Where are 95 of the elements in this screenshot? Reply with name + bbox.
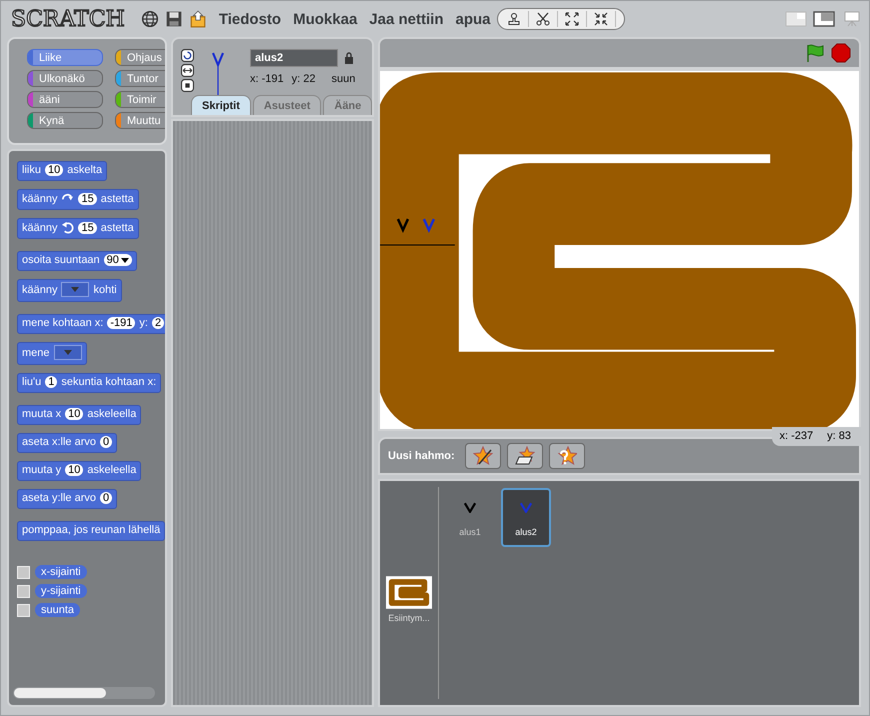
- motion-block[interactable]: aseta y:lle arvo 0: [17, 489, 118, 509]
- motion-block[interactable]: muuta y 10 askeleella: [17, 461, 142, 481]
- dropdown-input[interactable]: 90: [104, 254, 132, 266]
- block-label: kohti: [93, 284, 117, 296]
- sprite-name-field[interactable]: alus2: [250, 49, 338, 67]
- motion-block[interactable]: mene kohtaan x: -191 y: 2: [17, 314, 165, 334]
- number-input[interactable]: 2: [152, 317, 164, 329]
- menu-item[interactable]: Tiedosto: [218, 10, 282, 28]
- checkbox[interactable]: [17, 604, 30, 616]
- share-icon[interactable]: [188, 10, 207, 28]
- caret-icon: [120, 258, 129, 262]
- sprite-name: alus1: [459, 527, 481, 537]
- direction-label: suun: [332, 73, 356, 85]
- block-label: muuta x: [22, 408, 62, 420]
- normal-stage-icon[interactable]: [813, 11, 835, 27]
- block-label: sekuntia kohtaan x:: [61, 376, 156, 388]
- scrollbar-thumb[interactable]: [14, 688, 106, 698]
- stage-label: Esiintym...: [388, 613, 430, 623]
- number-input[interactable]: 10: [65, 408, 84, 420]
- motion-block[interactable]: osoita suuntaan 90: [17, 251, 137, 271]
- motion-block[interactable]: liiku 10 askelta: [17, 161, 108, 181]
- menu-item[interactable]: Muokkaa: [293, 10, 358, 28]
- motion-block[interactable]: muuta x 10 askeleella: [17, 405, 142, 425]
- dropdown-input[interactable]: [61, 282, 90, 297]
- block-label: askeleella: [87, 464, 136, 476]
- number-input[interactable]: 0: [100, 436, 112, 448]
- number-input[interactable]: -191: [107, 317, 136, 329]
- block-label: käänny: [22, 222, 58, 234]
- no-rotate-icon[interactable]: [181, 79, 194, 92]
- number-input[interactable]: 1: [45, 376, 58, 388]
- lock-icon[interactable]: [344, 52, 354, 64]
- sprite-name: alus2: [515, 527, 537, 537]
- dropdown-input[interactable]: [54, 345, 82, 360]
- number-input[interactable]: 10: [65, 464, 84, 476]
- counterclockwise-arrow-icon: [61, 221, 74, 234]
- block-label: astetta: [100, 222, 134, 234]
- mouse-x: x: -237: [780, 430, 814, 442]
- motion-block[interactable]: käänny 15 astetta: [17, 189, 139, 210]
- number-input[interactable]: 15: [78, 222, 97, 234]
- motion-block[interactable]: aseta x:lle arvo 0: [17, 433, 118, 453]
- scratch-logo: SCRATCH: [11, 6, 125, 32]
- grow-icon[interactable]: [564, 11, 586, 27]
- motion-block[interactable]: pomppaa, jos reunan lähellä: [17, 521, 165, 541]
- open-sprite-button[interactable]: [506, 443, 543, 469]
- motion-block[interactable]: liu'u 1 sekuntia kohtaan x:: [17, 373, 162, 393]
- block-label: käänny: [22, 284, 58, 296]
- sprite-drawing: [422, 218, 436, 234]
- paint-sprite-button[interactable]: [464, 443, 501, 469]
- stage-thumbnail[interactable]: [386, 576, 432, 609]
- block-label: y:: [139, 317, 148, 329]
- block-label: askelta: [67, 164, 102, 176]
- block-label: aseta y:lle arvo: [22, 492, 96, 504]
- sprite-x: x: -191: [250, 73, 284, 85]
- motion-block[interactable]: mene: [17, 342, 87, 365]
- rotate-icon[interactable]: [181, 49, 194, 62]
- sprite-y: y: 22: [292, 73, 316, 85]
- random-sprite-button[interactable]: [548, 443, 585, 469]
- block-label: astetta: [100, 192, 134, 204]
- caret-icon: [64, 350, 72, 355]
- scissors-icon[interactable]: [534, 11, 558, 27]
- block-label: liiku: [22, 164, 41, 176]
- flip-icon[interactable]: [181, 64, 194, 77]
- block-label: aseta x:lle arvo: [22, 436, 96, 448]
- checkbox[interactable]: [17, 584, 30, 598]
- new-sprite-label: Uusi hahmo:: [388, 450, 455, 462]
- reporter-block[interactable]: suunta: [35, 603, 80, 617]
- sprite-tile[interactable]: alus2: [501, 488, 551, 547]
- block-label: käänny: [22, 192, 58, 204]
- number-input[interactable]: 0: [100, 492, 112, 504]
- menu-item[interactable]: Jaa nettiin: [369, 10, 444, 28]
- block-label: mene: [22, 346, 50, 358]
- globe-icon[interactable]: [140, 10, 159, 28]
- menu-item[interactable]: apua: [455, 10, 490, 28]
- reporter-block[interactable]: y-sijainti: [35, 584, 87, 598]
- save-icon[interactable]: [164, 10, 183, 28]
- block-label: osoita suuntaan: [22, 254, 100, 266]
- caret-icon: [71, 287, 80, 292]
- block-label: askeleella: [87, 408, 136, 420]
- flag-icon[interactable]: [805, 43, 825, 63]
- block-label: muuta y: [22, 464, 62, 476]
- checkbox[interactable]: [17, 566, 30, 578]
- block-label: pomppaa, jos reunan lähellä: [22, 524, 160, 536]
- block-label: mene kohtaan x:: [22, 317, 104, 329]
- shrink-icon[interactable]: [592, 11, 616, 27]
- number-input[interactable]: 10: [44, 164, 64, 176]
- reporter-block[interactable]: x-sijainti: [35, 565, 87, 579]
- tab[interactable]: Skriptit: [191, 95, 251, 115]
- stop-icon[interactable]: [831, 43, 851, 63]
- number-input[interactable]: 15: [78, 192, 97, 204]
- motion-block[interactable]: käänny kohti: [17, 279, 122, 302]
- sprite-drawing: [396, 218, 410, 234]
- block-label: liu'u: [22, 376, 42, 388]
- mouse-y: y: 83: [827, 430, 851, 442]
- stamp-icon[interactable]: [506, 11, 528, 27]
- motion-block[interactable]: käänny 15 astetta: [17, 218, 139, 239]
